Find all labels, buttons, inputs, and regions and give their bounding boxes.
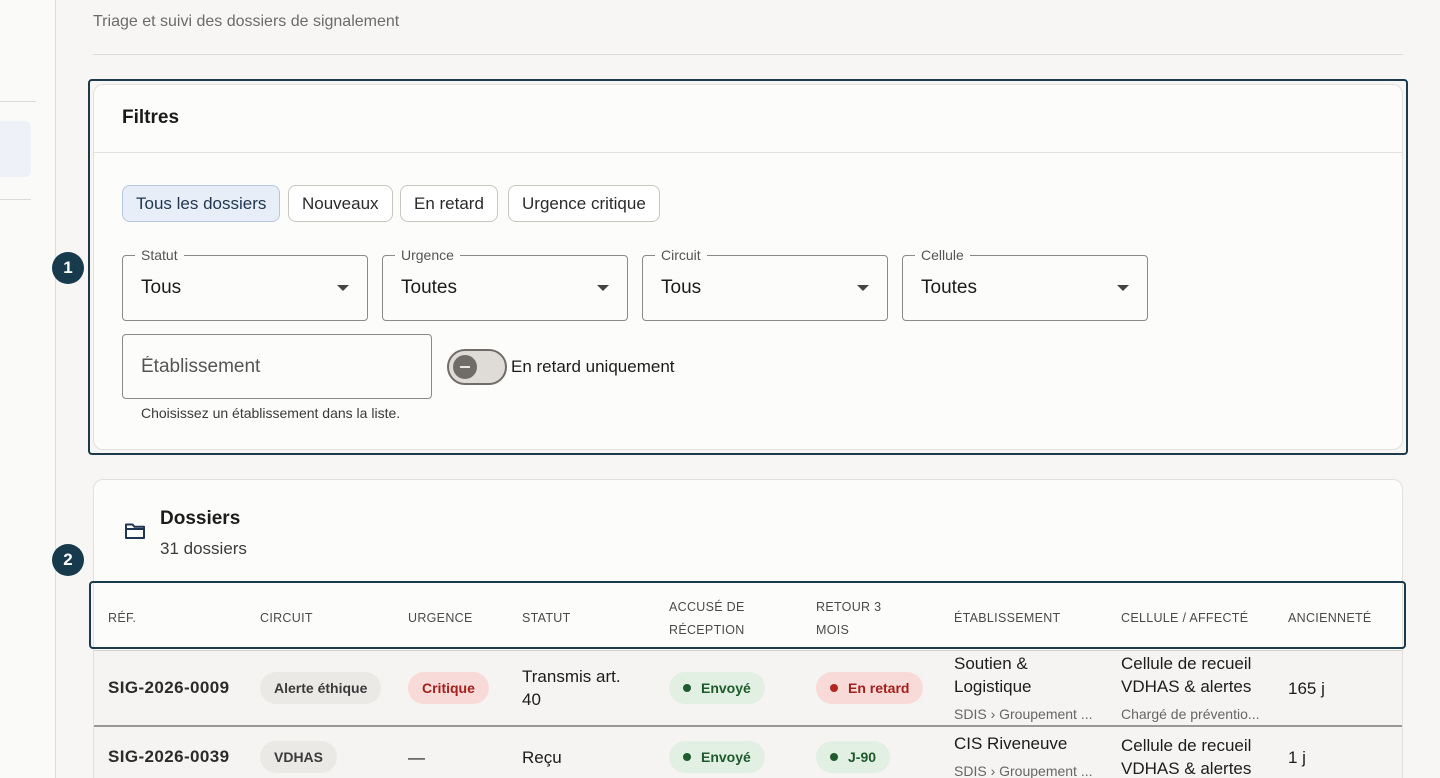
circuit-badge: VDHAS	[260, 741, 338, 773]
select-cellule-label: Cellule	[915, 247, 970, 263]
urgence-cell: —	[408, 748, 425, 767]
accuse-badge: Envoyé	[669, 672, 765, 704]
table-row[interactable]: SIG-2026-0039 VDHAS — Reçu Envoyé J-90 C…	[94, 725, 1402, 778]
chip-tous-les-dossiers[interactable]: Tous les dossiers	[122, 185, 281, 222]
select-statut[interactable]: Statut Tous	[122, 247, 368, 321]
sidebar-divider	[0, 199, 31, 200]
overdue-toggle-label: En retard uniquement	[511, 357, 675, 376]
page-subtitle: Triage et suivi des dossiers de signalem…	[93, 13, 400, 30]
etablissement-input[interactable]	[123, 335, 431, 398]
select-cellule[interactable]: Cellule Toutes	[902, 247, 1148, 321]
select-statut-value: Tous	[141, 277, 182, 298]
select-circuit-value: Tous	[661, 277, 702, 298]
cellule-cell: Cellule de recueil VDHAS & alertes	[1121, 654, 1252, 696]
filters-card: Filtres Tous les dossiers Nouveaux En re…	[93, 84, 1403, 450]
accuse-badge-label: Envoyé	[701, 680, 751, 696]
status-dot	[683, 753, 691, 761]
header-divider	[93, 54, 1403, 55]
select-urgence-value: Toutes	[401, 277, 457, 298]
retour-badge: J-90	[816, 741, 891, 773]
dossiers-count: 31 dossiers	[160, 539, 247, 558]
statut-cell: Reçu	[522, 748, 562, 767]
circuit-badge: Alerte éthique	[260, 672, 382, 704]
chevron-down-icon	[337, 285, 349, 291]
retour-badge-label: En retard	[848, 680, 910, 696]
anciennete-cell: 165 j	[1288, 679, 1325, 698]
sidebar-divider	[0, 101, 36, 102]
table-header-highlight	[89, 581, 1406, 649]
sidebar	[0, 0, 56, 778]
table-row[interactable]: SIG-2026-0009 Alerte éthique Critique Tr…	[94, 650, 1402, 726]
sidebar-active-item[interactable]	[0, 121, 31, 177]
chip-nouveaux[interactable]: Nouveaux	[288, 185, 393, 222]
etablissement-sub: SDIS › Groupement ...	[954, 763, 1093, 778]
select-cellule-value: Toutes	[921, 277, 977, 298]
accuse-badge: Envoyé	[669, 741, 765, 773]
toggle-knob	[453, 355, 477, 379]
dossiers-title: Dossiers	[160, 508, 241, 529]
cellule-sub: Chargé de préventio...	[1121, 706, 1260, 722]
retour-badge: En retard	[816, 672, 924, 704]
cellule-cell: Cellule de recueil VDHAS & alertes	[1121, 736, 1252, 778]
row-ref[interactable]: SIG-2026-0039	[108, 747, 229, 767]
etablissement-sub: SDIS › Groupement ...	[954, 706, 1093, 722]
anciennete-cell: 1 j	[1288, 748, 1306, 767]
urgence-badge: Critique	[408, 672, 489, 704]
chevron-down-icon	[1117, 285, 1129, 291]
select-urgence-label: Urgence	[395, 247, 460, 263]
select-circuit-label: Circuit	[655, 247, 707, 263]
step-marker-2: 2	[52, 544, 84, 576]
statut-cell: Transmis art. 40	[522, 667, 621, 709]
status-dot	[830, 684, 838, 692]
overdue-toggle[interactable]	[447, 349, 507, 385]
row-ref[interactable]: SIG-2026-0009	[108, 678, 229, 698]
accuse-badge-label: Envoyé	[701, 749, 751, 765]
chevron-down-icon	[857, 285, 869, 291]
folder-icon	[125, 523, 145, 539]
step-marker-1: 1	[52, 252, 84, 284]
chip-urgence-critique[interactable]: Urgence critique	[508, 185, 660, 222]
select-urgence[interactable]: Urgence Toutes	[382, 247, 628, 321]
select-circuit[interactable]: Circuit Tous	[642, 247, 888, 321]
status-dot	[683, 684, 691, 692]
chip-en-retard[interactable]: En retard	[400, 185, 498, 222]
retour-badge-label: J-90	[848, 749, 877, 765]
etablissement-helper: Choisissez un établissement dans la list…	[141, 405, 401, 421]
select-statut-label: Statut	[135, 247, 184, 263]
chevron-down-icon	[597, 285, 609, 291]
etablissement-cell: CIS Riveneuve	[954, 734, 1068, 753]
etablissement-field	[122, 334, 432, 399]
etablissement-cell: Soutien & Logistique	[954, 654, 1032, 696]
filters-divider	[94, 152, 1402, 153]
status-dot	[830, 753, 838, 761]
filters-title: Filtres	[122, 107, 180, 128]
